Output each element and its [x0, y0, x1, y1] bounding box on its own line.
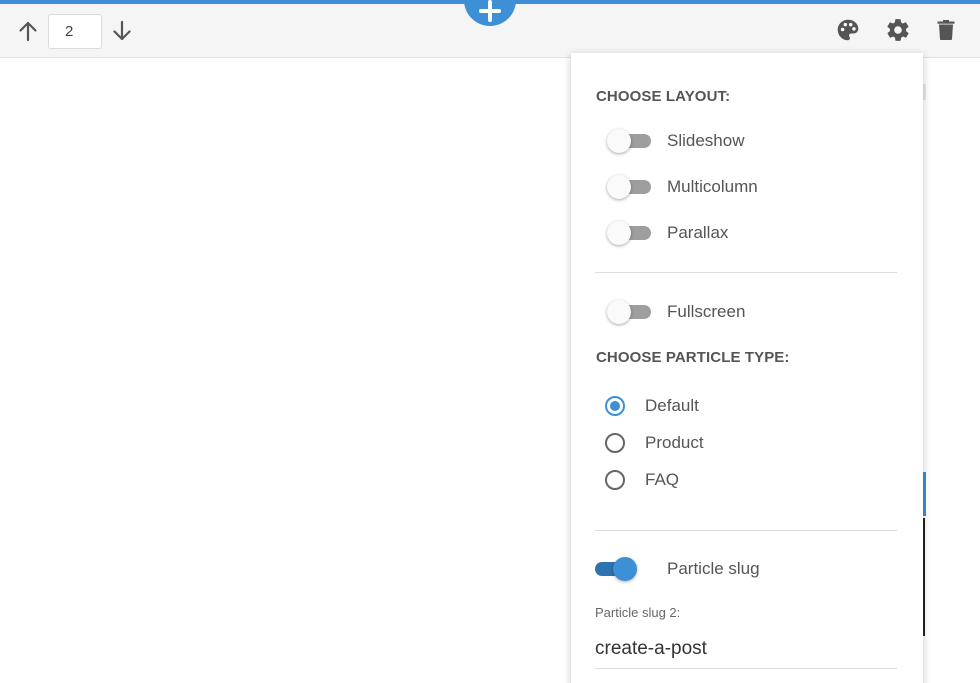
- layout-heading: CHOOSE LAYOUT:: [596, 88, 731, 105]
- settings-button[interactable]: [884, 16, 912, 44]
- radio-button-default[interactable]: [605, 396, 625, 416]
- radio-button-faq[interactable]: [605, 470, 625, 490]
- background-edge: [923, 84, 926, 100]
- gear-icon: [887, 19, 909, 41]
- trash-icon: [937, 20, 955, 40]
- order-input[interactable]: [48, 14, 102, 49]
- particle-slug-input[interactable]: [595, 629, 897, 669]
- toggle-label-multicolumn: Multicolumn: [667, 177, 758, 196]
- move-down-button[interactable]: [109, 18, 135, 44]
- divider: [595, 530, 897, 531]
- radio-default[interactable]: Default: [605, 392, 895, 420]
- switch-parallax[interactable]: [607, 221, 651, 245]
- radio-button-product[interactable]: [605, 433, 625, 453]
- radio-product[interactable]: Product: [605, 429, 895, 457]
- toggle-label-fullscreen: Fullscreen: [667, 302, 746, 321]
- radio-faq[interactable]: FAQ: [605, 466, 895, 494]
- switch-slideshow[interactable]: [607, 129, 651, 153]
- divider: [595, 272, 897, 273]
- toggle-fullscreen[interactable]: Fullscreen: [607, 297, 897, 327]
- switch-fullscreen[interactable]: [607, 300, 651, 324]
- radio-label-product: Product: [645, 433, 704, 452]
- delete-button[interactable]: [932, 16, 960, 44]
- background-edge-dark: [923, 518, 925, 636]
- toggle-slideshow[interactable]: Slideshow: [607, 126, 897, 156]
- radio-label-faq: FAQ: [645, 470, 680, 489]
- background-edge-accent: [923, 472, 926, 516]
- plus-icon: [479, 0, 501, 22]
- palette-icon: [837, 19, 859, 41]
- toggle-parallax[interactable]: Parallax: [607, 218, 897, 248]
- toggle-label-particle-slug: Particle slug: [667, 559, 760, 578]
- theme-button[interactable]: [834, 16, 862, 44]
- switch-particle-slug[interactable]: [595, 557, 639, 581]
- toggle-particle-slug[interactable]: Particle slug: [595, 554, 885, 584]
- particle-slug-label: Particle slug 2:: [595, 605, 681, 620]
- radio-label-default: Default: [645, 396, 699, 415]
- toggle-multicolumn[interactable]: Multicolumn: [607, 172, 897, 202]
- toggle-label-slideshow: Slideshow: [667, 131, 745, 150]
- toggle-label-parallax: Parallax: [667, 223, 729, 242]
- arrow-down-icon: [113, 20, 131, 41]
- particle-type-heading: CHOOSE PARTICLE TYPE:: [596, 349, 790, 366]
- arrow-up-icon: [19, 21, 37, 42]
- switch-multicolumn[interactable]: [607, 175, 651, 199]
- settings-panel: CHOOSE LAYOUT: Slideshow Multicolumn Par…: [571, 53, 923, 683]
- move-up-button[interactable]: [15, 18, 41, 44]
